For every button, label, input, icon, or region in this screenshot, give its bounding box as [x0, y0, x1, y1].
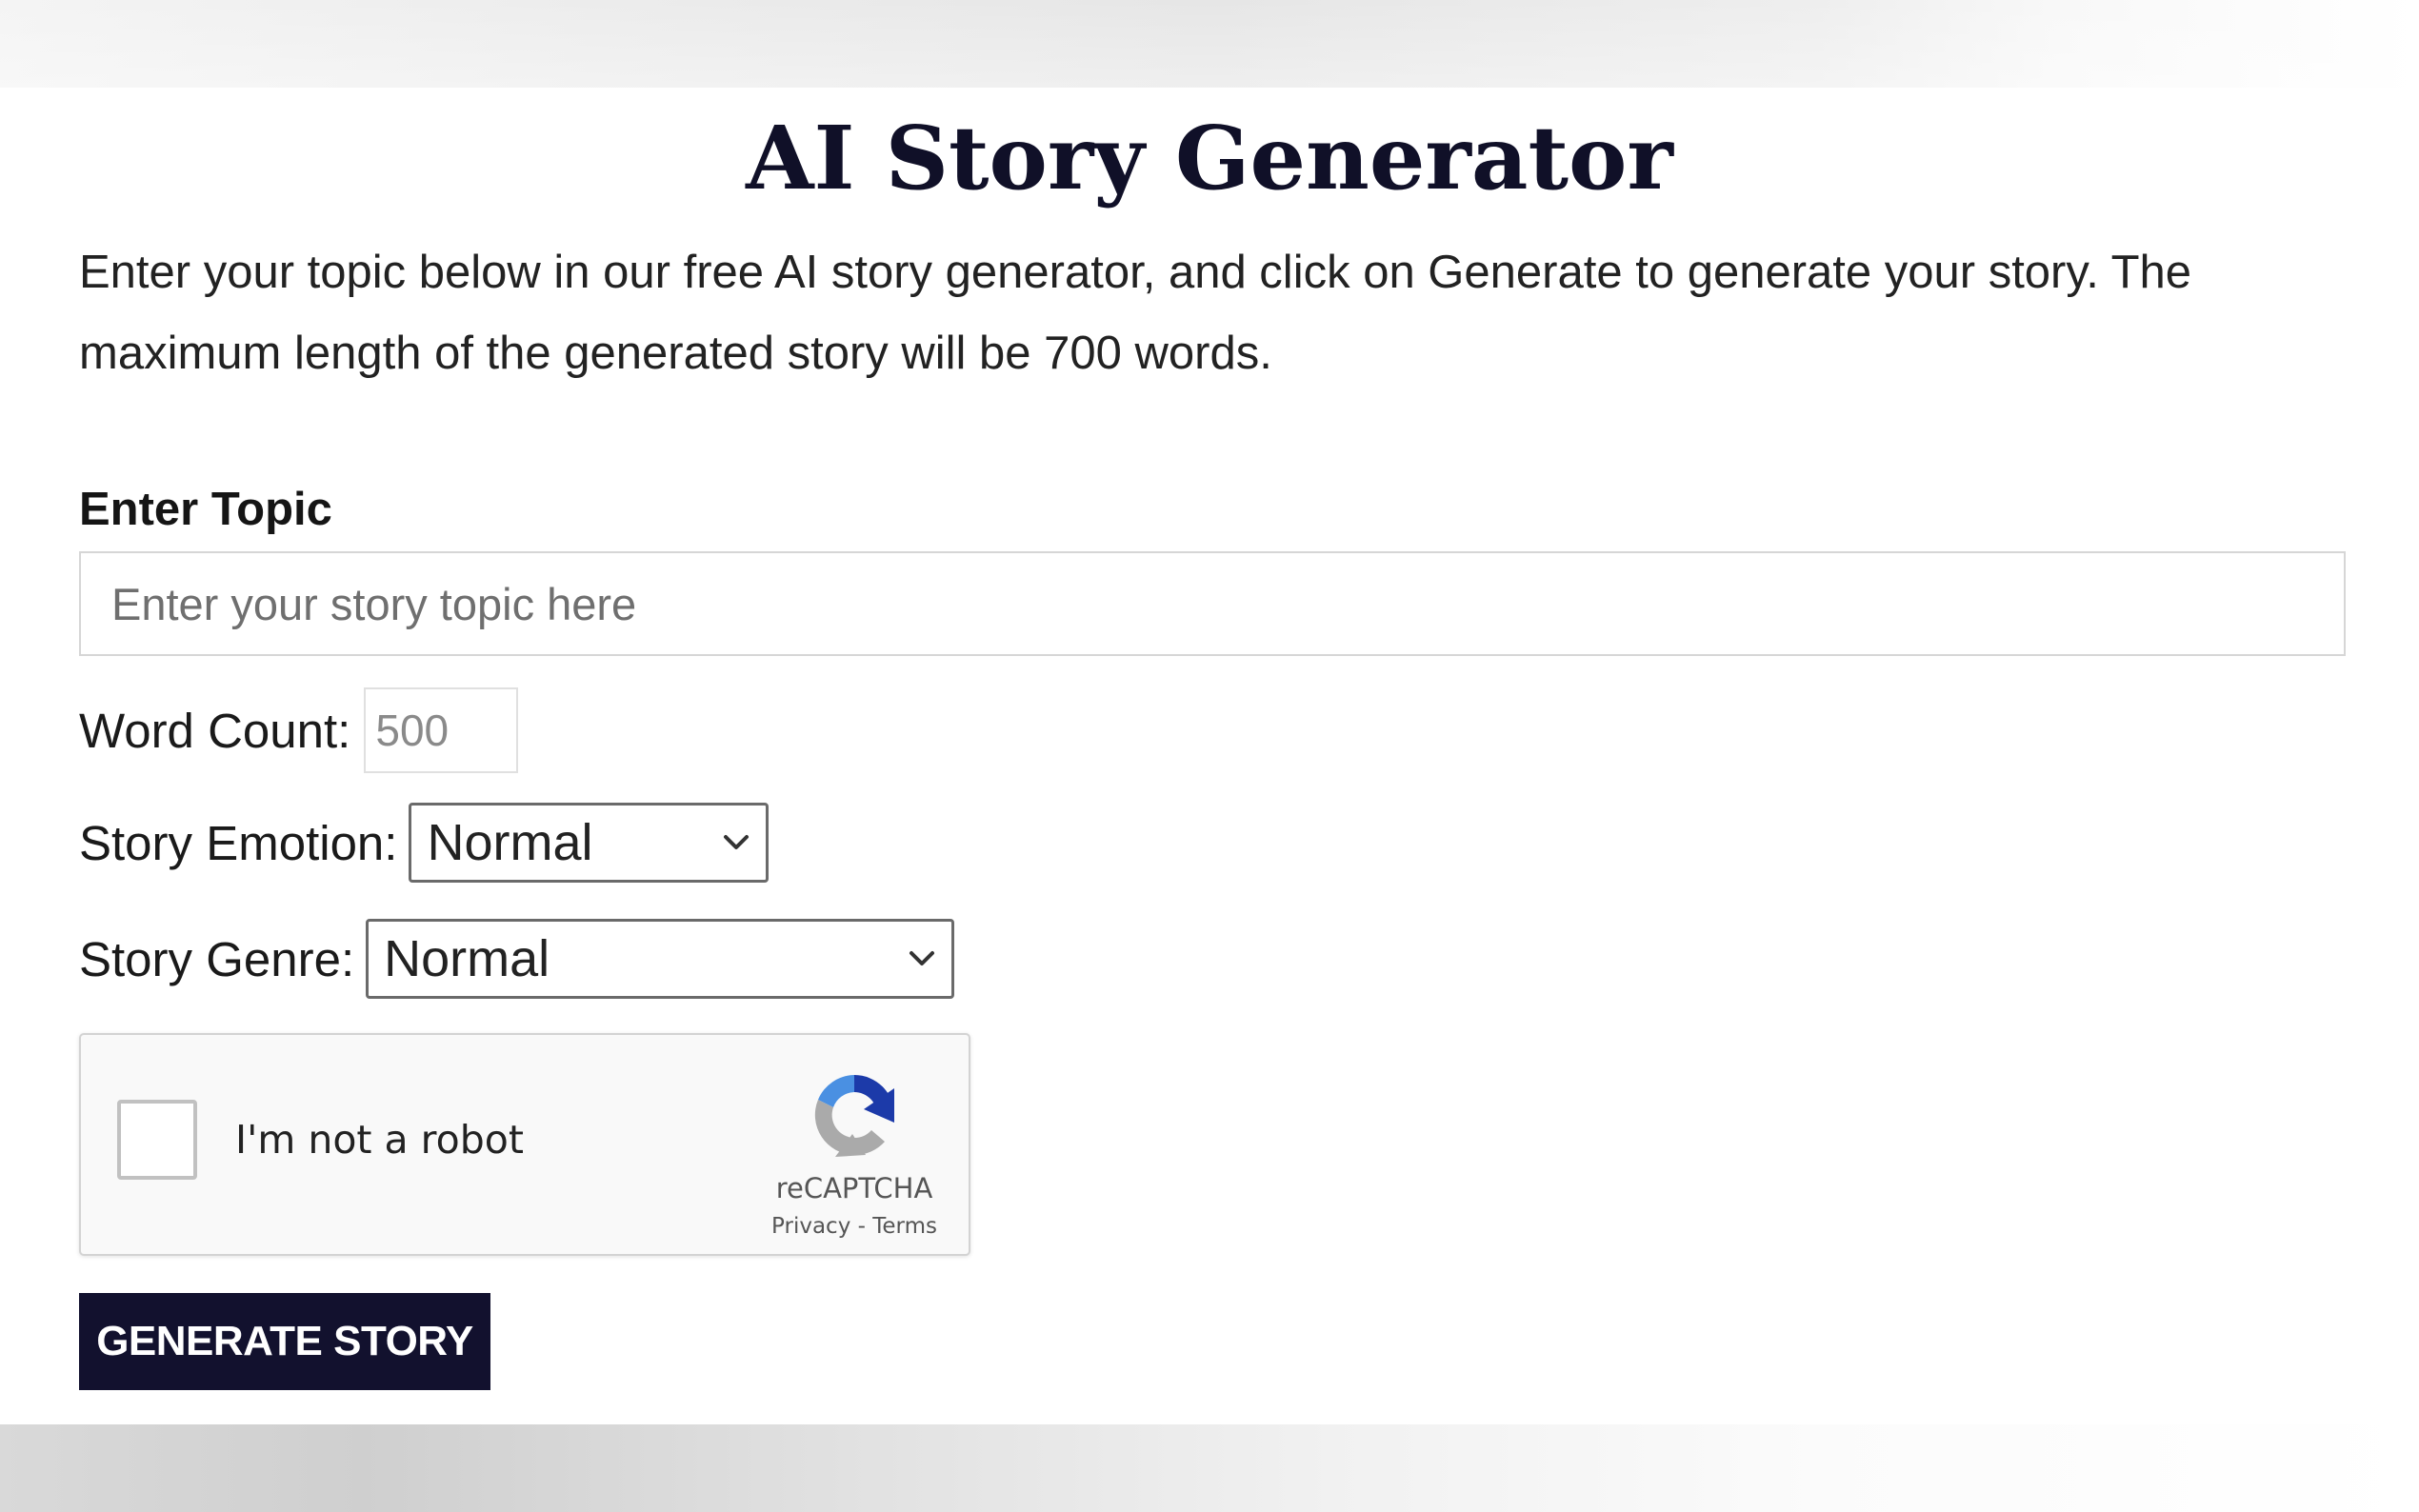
intro-text: Enter your topic below in our free AI st…: [79, 247, 2192, 379]
story-genre-label: Story Genre:: [79, 931, 355, 986]
recaptcha-brand: reCAPTCHA: [775, 1172, 933, 1204]
recaptcha-logo-icon: [814, 1075, 894, 1157]
page-title: AI Story Generator: [746, 107, 1673, 209]
link-separator: -: [850, 1214, 873, 1239]
story-emotion-row: Story Emotion: Normal: [79, 803, 770, 883]
word-count-row: Word Count:: [79, 687, 519, 773]
story-emotion-value: Normal: [427, 814, 593, 871]
chevron-down-icon: [908, 949, 936, 968]
terms-link[interactable]: Terms: [872, 1214, 937, 1239]
word-count-label: Word Count:: [79, 703, 351, 758]
recaptcha-checkbox[interactable]: [117, 1100, 197, 1180]
chevron-down-icon: [722, 833, 750, 852]
recaptcha-checkbox-label: I'm not a robot: [235, 1117, 524, 1163]
word-count-input[interactable]: [364, 687, 519, 773]
privacy-link[interactable]: Privacy: [771, 1214, 850, 1239]
story-genre-select[interactable]: Normal: [366, 919, 955, 999]
topic-label: Enter Topic: [79, 484, 332, 535]
recaptcha-links: Privacy - Terms: [748, 1214, 961, 1239]
generate-story-button[interactable]: GENERATE STORY: [79, 1293, 490, 1390]
story-emotion-select[interactable]: Normal: [409, 803, 770, 883]
bottom-background-band: [0, 1424, 2419, 1512]
top-background-band: [0, 0, 2419, 88]
recaptcha-widget: I'm not a robot reCAPTCHA Privacy - Term…: [79, 1033, 970, 1256]
topic-input[interactable]: [79, 551, 2346, 656]
story-genre-value: Normal: [384, 930, 550, 987]
story-emotion-label: Story Emotion:: [79, 815, 398, 870]
story-genre-row: Story Genre: Normal: [79, 919, 955, 999]
